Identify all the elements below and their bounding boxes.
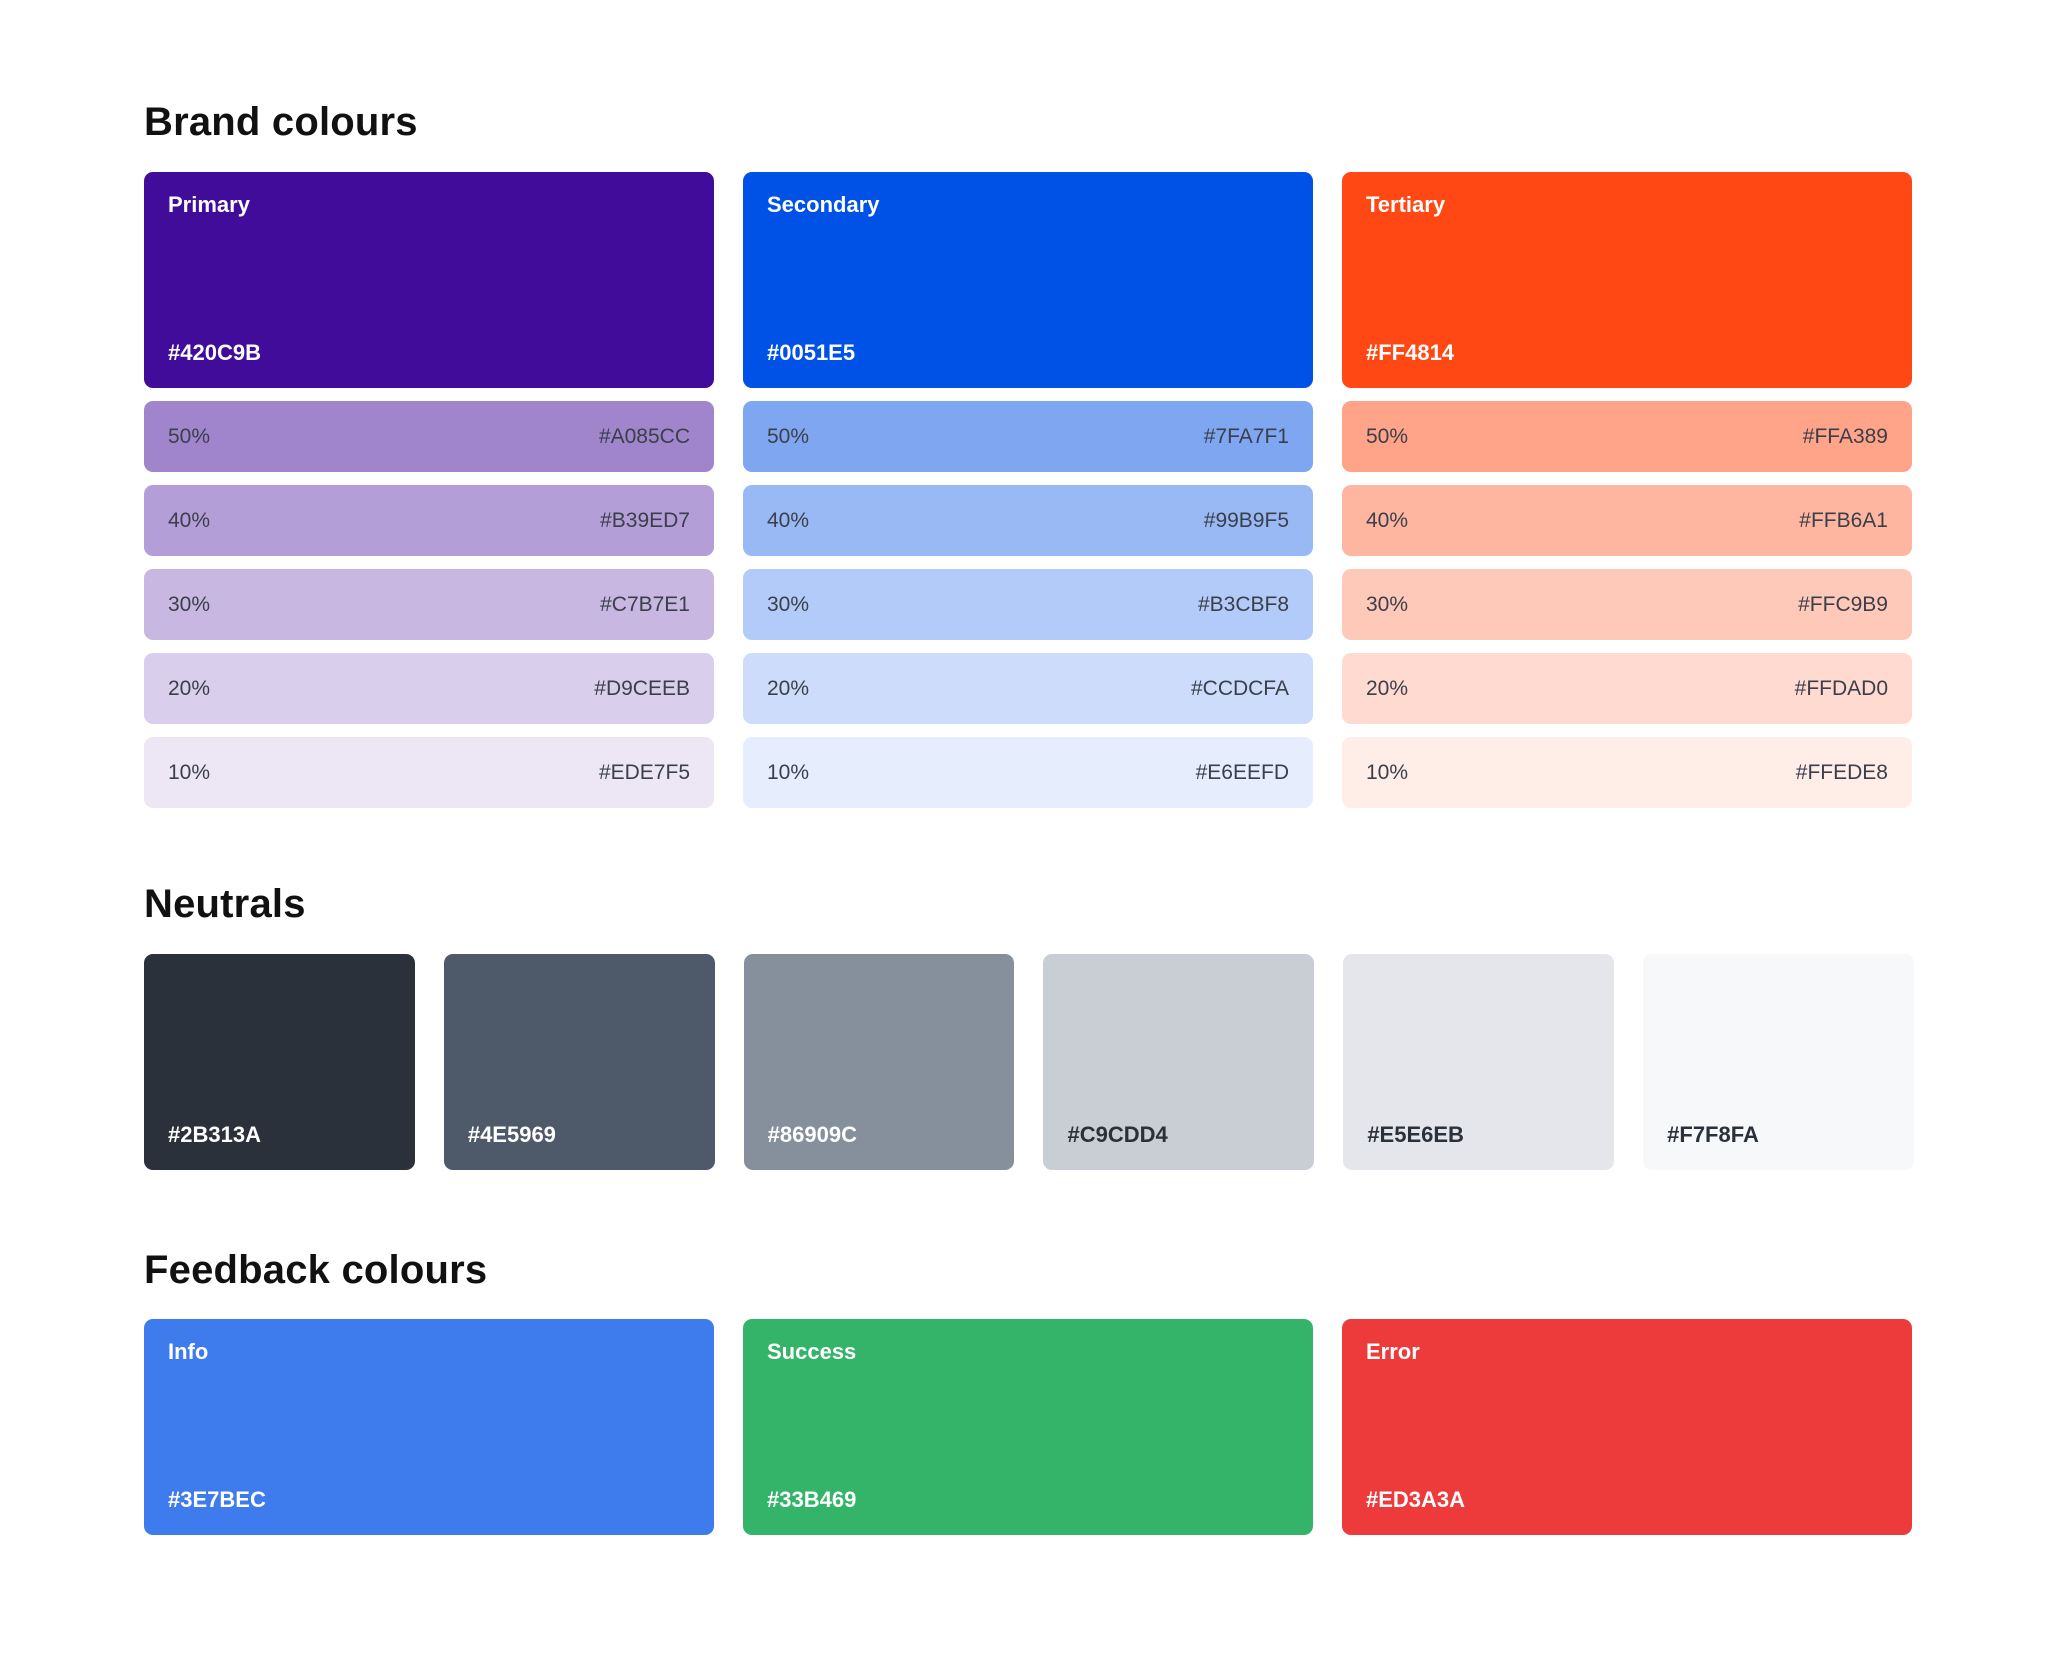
swatch-hex: #FF4814 <box>1366 340 1455 365</box>
tint-hex: #C7B7E1 <box>600 592 690 616</box>
swatch-hex: #86909C <box>767 1122 857 1147</box>
neutral-swatch[interactable]: #2B313A <box>144 954 415 1170</box>
tint-swatch[interactable]: 40% #B39ED7 <box>144 485 714 556</box>
feedback-colours-title: Feedback colours <box>144 1248 488 1292</box>
primary-swatch[interactable]: Primary #420C9B <box>144 172 714 388</box>
tint-hex: #B39ED7 <box>600 508 690 532</box>
tint-swatch[interactable]: 10% #EDE7F5 <box>144 737 714 808</box>
swatch-hex: #420C9B <box>168 340 261 365</box>
swatch-hex: #0051E5 <box>767 340 856 365</box>
swatch-name: Primary <box>168 192 250 217</box>
tint-percent: 40% <box>1366 508 1409 532</box>
tint-percent: 10% <box>168 760 211 784</box>
brand-column-secondary: Secondary #0051E5 50% #7FA7F1 40% #99B9F… <box>743 172 1313 808</box>
tint-swatch[interactable]: 20% #FFDAD0 <box>1342 653 1912 724</box>
swatch-name: Success <box>767 1339 857 1364</box>
info-swatch[interactable]: Info #3E7BEC <box>144 1319 714 1535</box>
tint-percent: 20% <box>1366 676 1409 700</box>
tint-percent: 40% <box>168 508 211 532</box>
swatch-hex: #2B313A <box>168 1122 261 1147</box>
brand-column-tertiary: Tertiary #FF4814 50% #FFA389 40% #FFB6A1… <box>1342 172 1912 808</box>
tint-percent: 30% <box>1366 592 1409 616</box>
tint-hex: #FFDAD0 <box>1794 676 1888 700</box>
swatch-name: Tertiary <box>1366 192 1446 217</box>
tertiary-swatch[interactable]: Tertiary #FF4814 <box>1342 172 1912 388</box>
tint-swatch[interactable]: 10% #FFEDE8 <box>1342 737 1912 808</box>
swatch-hex: #ED3A3A <box>1366 1487 1466 1512</box>
tint-hex: #FFB6A1 <box>1799 508 1888 532</box>
tint-percent: 10% <box>1366 760 1409 784</box>
swatch-name: Error <box>1366 1339 1420 1364</box>
tint-swatch[interactable]: 20% #D9CEEB <box>144 653 714 724</box>
tint-hex: #7FA7F1 <box>1203 424 1289 448</box>
tint-swatch[interactable]: 20% #CCDCFA <box>743 653 1313 724</box>
success-swatch[interactable]: Success #33B469 <box>743 1319 1313 1535</box>
tint-swatch[interactable]: 50% #FFA389 <box>1342 401 1912 472</box>
tint-percent: 30% <box>767 592 810 616</box>
tint-percent: 50% <box>168 424 211 448</box>
tint-swatch[interactable]: 30% #C7B7E1 <box>144 569 714 640</box>
tint-percent: 50% <box>767 424 810 448</box>
tint-hex: #CCDCFA <box>1190 676 1289 700</box>
tint-swatch[interactable]: 40% #FFB6A1 <box>1342 485 1912 556</box>
brand-column-primary: Primary #420C9B 50% #A085CC 40% #B39ED7 … <box>144 172 714 808</box>
tint-percent: 10% <box>767 760 810 784</box>
swatch-hex: #C9CDD4 <box>1067 1122 1168 1147</box>
tint-hex: #E6EEFD <box>1195 760 1289 784</box>
tint-percent: 50% <box>1366 424 1409 448</box>
tint-hex: #EDE7F5 <box>598 760 690 784</box>
swatch-hex: #F7F8FA <box>1667 1122 1759 1147</box>
brand-colours-grid: Primary #420C9B 50% #A085CC 40% #B39ED7 … <box>144 172 1914 808</box>
error-swatch[interactable]: Error #ED3A3A <box>1342 1319 1912 1535</box>
tint-percent: 30% <box>168 592 211 616</box>
tint-percent: 40% <box>767 508 810 532</box>
tint-hex: #A085CC <box>598 424 690 448</box>
tint-swatch[interactable]: 50% #A085CC <box>144 401 714 472</box>
swatch-hex: #33B469 <box>767 1487 857 1512</box>
swatch-hex: #E5E6EB <box>1367 1122 1464 1147</box>
tint-swatch[interactable]: 30% #FFC9B9 <box>1342 569 1912 640</box>
tint-hex: #D9CEEB <box>594 676 690 700</box>
swatch-name: Info <box>168 1339 209 1364</box>
neutrals-title: Neutrals <box>144 882 306 926</box>
neutral-swatch[interactable]: #C9CDD4 <box>1043 954 1315 1170</box>
feedback-colours-grid: Info #3E7BEC Success #33B469 Error #ED3A… <box>144 1319 1914 1535</box>
neutral-swatch[interactable]: #86909C <box>743 954 1015 1170</box>
brand-colours-title: Brand colours <box>144 100 418 144</box>
tint-hex: #99B9F5 <box>1203 508 1289 532</box>
tint-hex: #B3CBF8 <box>1197 592 1289 616</box>
swatch-hex: #4E5969 <box>467 1122 556 1147</box>
tint-hex: #FFA389 <box>1802 424 1888 448</box>
tint-percent: 20% <box>168 676 211 700</box>
neutral-swatch[interactable]: #E5E6EB <box>1343 954 1615 1170</box>
tint-swatch[interactable]: 50% #7FA7F1 <box>743 401 1313 472</box>
tint-hex: #FFC9B9 <box>1798 592 1888 616</box>
tint-swatch[interactable]: 30% #B3CBF8 <box>743 569 1313 640</box>
tint-swatch[interactable]: 10% #E6EEFD <box>743 737 1313 808</box>
tint-swatch[interactable]: 40% #99B9F5 <box>743 485 1313 556</box>
tint-percent: 20% <box>767 676 810 700</box>
neutrals-grid: #2B313A #4E5969 #86909C #C9CDD4 #E5E6EB … <box>144 954 1914 1170</box>
swatch-name: Secondary <box>767 192 880 217</box>
neutral-swatch[interactable]: #F7F8FA <box>1643 954 1914 1170</box>
tint-hex: #FFEDE8 <box>1795 760 1888 784</box>
neutral-swatch[interactable]: #4E5969 <box>443 954 715 1170</box>
secondary-swatch[interactable]: Secondary #0051E5 <box>743 172 1313 388</box>
swatch-hex: #3E7BEC <box>168 1487 266 1512</box>
